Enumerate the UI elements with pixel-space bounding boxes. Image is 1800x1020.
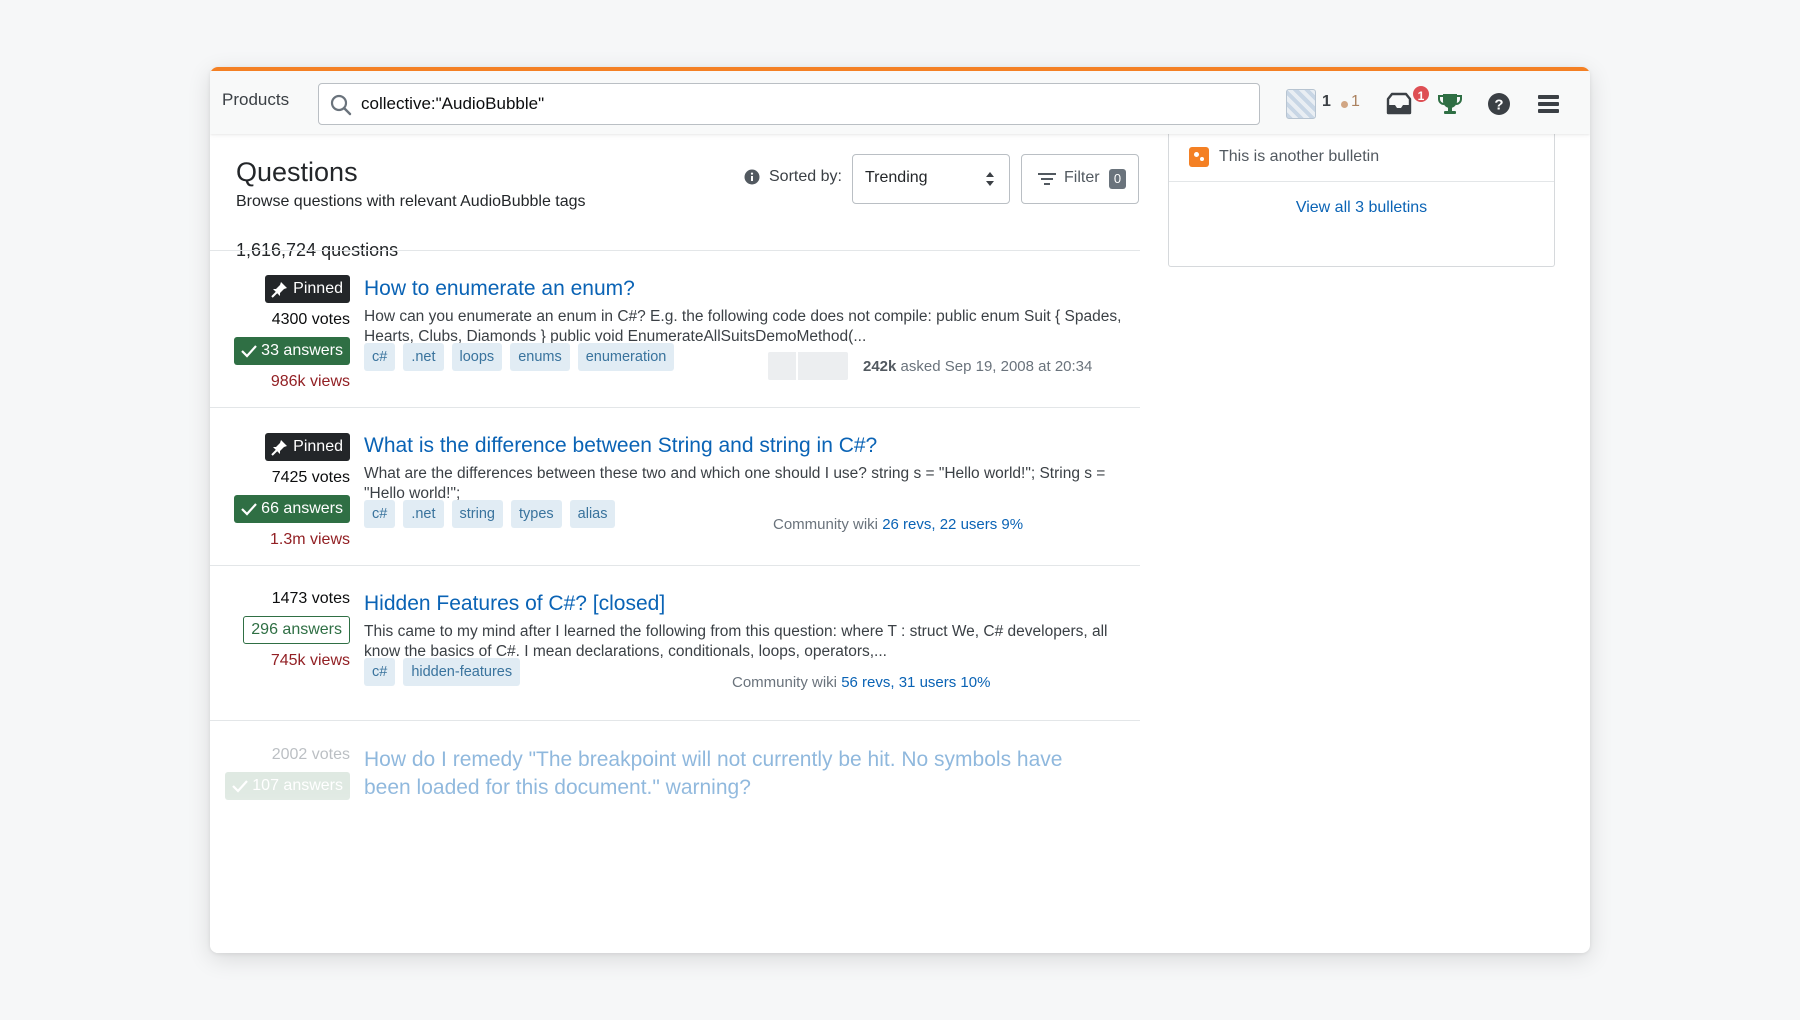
question-excerpt: This came to my mind after I learned the…	[364, 623, 1108, 660]
reputation-count: 1	[1322, 93, 1331, 110]
question-excerpt: How can you enumerate an enum in C#? E.g…	[364, 308, 1122, 345]
view-count: 1.3m views	[269, 531, 350, 548]
sort-arrows-icon	[986, 172, 994, 186]
pin-icon	[271, 281, 288, 298]
bulletin-icon	[1189, 147, 1209, 167]
view-all-bulletins-link[interactable]: View all 3 bulletins	[1169, 199, 1554, 217]
question-row: Pinned 7425 votes 66 answers 1.3m views …	[210, 407, 1140, 565]
bronze-badge-count: 1	[1351, 93, 1360, 110]
tag[interactable]: c#	[364, 343, 396, 371]
filter-count-badge: 0	[1109, 169, 1126, 189]
view-count: 986k views	[270, 373, 350, 390]
vote-count: 7425 votes	[271, 469, 350, 486]
products-link[interactable]: Products	[222, 90, 289, 110]
pinned-badge: Pinned	[265, 275, 350, 303]
check-icon	[232, 780, 249, 793]
answer-count-accepted: 107 answers	[225, 772, 350, 800]
owner-meta: asked Sep 19, 2008 at 20:34	[900, 358, 1093, 375]
bulletin-box: This is another bulletin View all 3 bull…	[1168, 127, 1555, 267]
tag[interactable]: c#	[364, 658, 396, 686]
question-row: 2002 votes 107 answers How do I remedy "…	[210, 720, 1140, 840]
check-icon	[241, 345, 257, 358]
tag[interactable]: c#	[364, 500, 396, 528]
inbox-badge: 1	[1411, 84, 1431, 104]
tag-list: c# hidden-features	[364, 658, 521, 686]
vote-count: 4300 votes	[271, 311, 350, 328]
question-excerpt: What are the differences between these t…	[364, 465, 1106, 502]
owner-prefix: Community wiki	[773, 516, 879, 533]
question-row: 1473 votes 296 answers 745k views Hidden…	[210, 565, 1140, 720]
answer-count-label: 66 answers	[261, 500, 343, 517]
filter-button[interactable]: Filter 0	[1021, 154, 1139, 204]
tag-list: c# .net string types alias	[364, 500, 616, 528]
question-stats: Pinned 7425 votes 66 answers 1.3m views	[230, 433, 350, 553]
view-count: 745k views	[270, 652, 350, 669]
sort-value: Trending	[865, 169, 928, 186]
divider	[1169, 181, 1554, 182]
pinned-badge: Pinned	[265, 433, 350, 461]
revisions-link[interactable]: 56 revs, 31 users 10%	[841, 674, 990, 691]
filter-icon	[1038, 173, 1056, 185]
page-title: Questions	[236, 157, 358, 187]
tag[interactable]: string	[451, 500, 503, 528]
question-title-link[interactable]: How to enumerate an enum?	[364, 277, 635, 301]
answer-count-label: 296 answers	[251, 621, 342, 638]
pin-icon	[271, 439, 288, 456]
tag[interactable]: enums	[510, 343, 570, 371]
answer-count-label: 33 answers	[261, 342, 343, 359]
bronze-badge-dot	[1341, 101, 1348, 108]
search-input[interactable]	[361, 84, 1241, 124]
vote-count: 2002 votes	[271, 746, 350, 763]
bulletin-item[interactable]: This is another bulletin	[1189, 137, 1379, 177]
question-stats: 1473 votes 296 answers 745k views	[230, 590, 350, 690]
tag[interactable]: .net	[403, 500, 444, 528]
bulletin-text: This is another bulletin	[1219, 148, 1380, 165]
avatar[interactable]	[1286, 89, 1316, 119]
check-icon	[241, 503, 257, 516]
question-stats: 2002 votes 107 answers	[225, 746, 350, 806]
question-title-link[interactable]: How do I remedy "The breakpoint will not…	[364, 746, 1084, 802]
tag-list: c# .net loops enums enumeration	[364, 343, 675, 371]
sort-select[interactable]: Trending	[852, 154, 1010, 204]
question-title-link[interactable]: Hidden Features of C#? [closed]	[364, 592, 665, 616]
owner-prefix: Community wiki	[732, 674, 838, 691]
question-owner: Community wiki 26 revs, 22 users 9%	[773, 516, 1023, 533]
info-icon[interactable]	[744, 169, 760, 185]
answer-count: 296 answers	[243, 616, 350, 644]
search-box[interactable]	[318, 83, 1260, 125]
question-row: Pinned 4300 votes 33 answers 986k views …	[210, 250, 1140, 407]
help-icon[interactable]: ?	[1482, 87, 1516, 121]
sorted-by-label: Sorted by:	[769, 168, 842, 185]
tag[interactable]: types	[510, 500, 562, 528]
question-stats: Pinned 4300 votes 33 answers 986k views	[230, 275, 350, 395]
top-bar: Products 1 1 1 ?	[210, 67, 1590, 134]
tag[interactable]: alias	[569, 500, 616, 528]
answer-count-label: 107 answers	[252, 777, 343, 794]
search-icon	[330, 94, 352, 116]
question-owner: 242k asked Sep 19, 2008 at 20:34	[863, 358, 1092, 375]
trophy-icon[interactable]	[1433, 87, 1467, 121]
question-owner: Community wiki 56 revs, 31 users 10%	[732, 674, 990, 691]
owner-reputation: 242k	[863, 358, 897, 375]
vote-count: 1473 votes	[271, 590, 350, 607]
pinned-label: Pinned	[293, 438, 343, 455]
answer-count-accepted: 33 answers	[234, 337, 350, 365]
tag[interactable]: enumeration	[577, 343, 675, 371]
filter-label: Filter	[1064, 169, 1100, 186]
answer-count-accepted: 66 answers	[234, 495, 350, 523]
pinned-label: Pinned	[293, 280, 343, 297]
svg-text:?: ?	[1494, 97, 1503, 114]
tag[interactable]: .net	[403, 343, 444, 371]
page-subtitle: Browse questions with relevant AudioBubb…	[236, 193, 586, 210]
question-title-link[interactable]: What is the difference between String an…	[364, 434, 877, 458]
revisions-link[interactable]: 26 revs, 22 users 9%	[882, 516, 1023, 533]
user-gravatar[interactable]	[768, 352, 848, 380]
tag[interactable]: hidden-features	[403, 658, 521, 686]
tag[interactable]: loops	[451, 343, 503, 371]
hamburger-icon[interactable]	[1531, 87, 1565, 121]
app-window: Products 1 1 1 ?	[210, 67, 1590, 953]
